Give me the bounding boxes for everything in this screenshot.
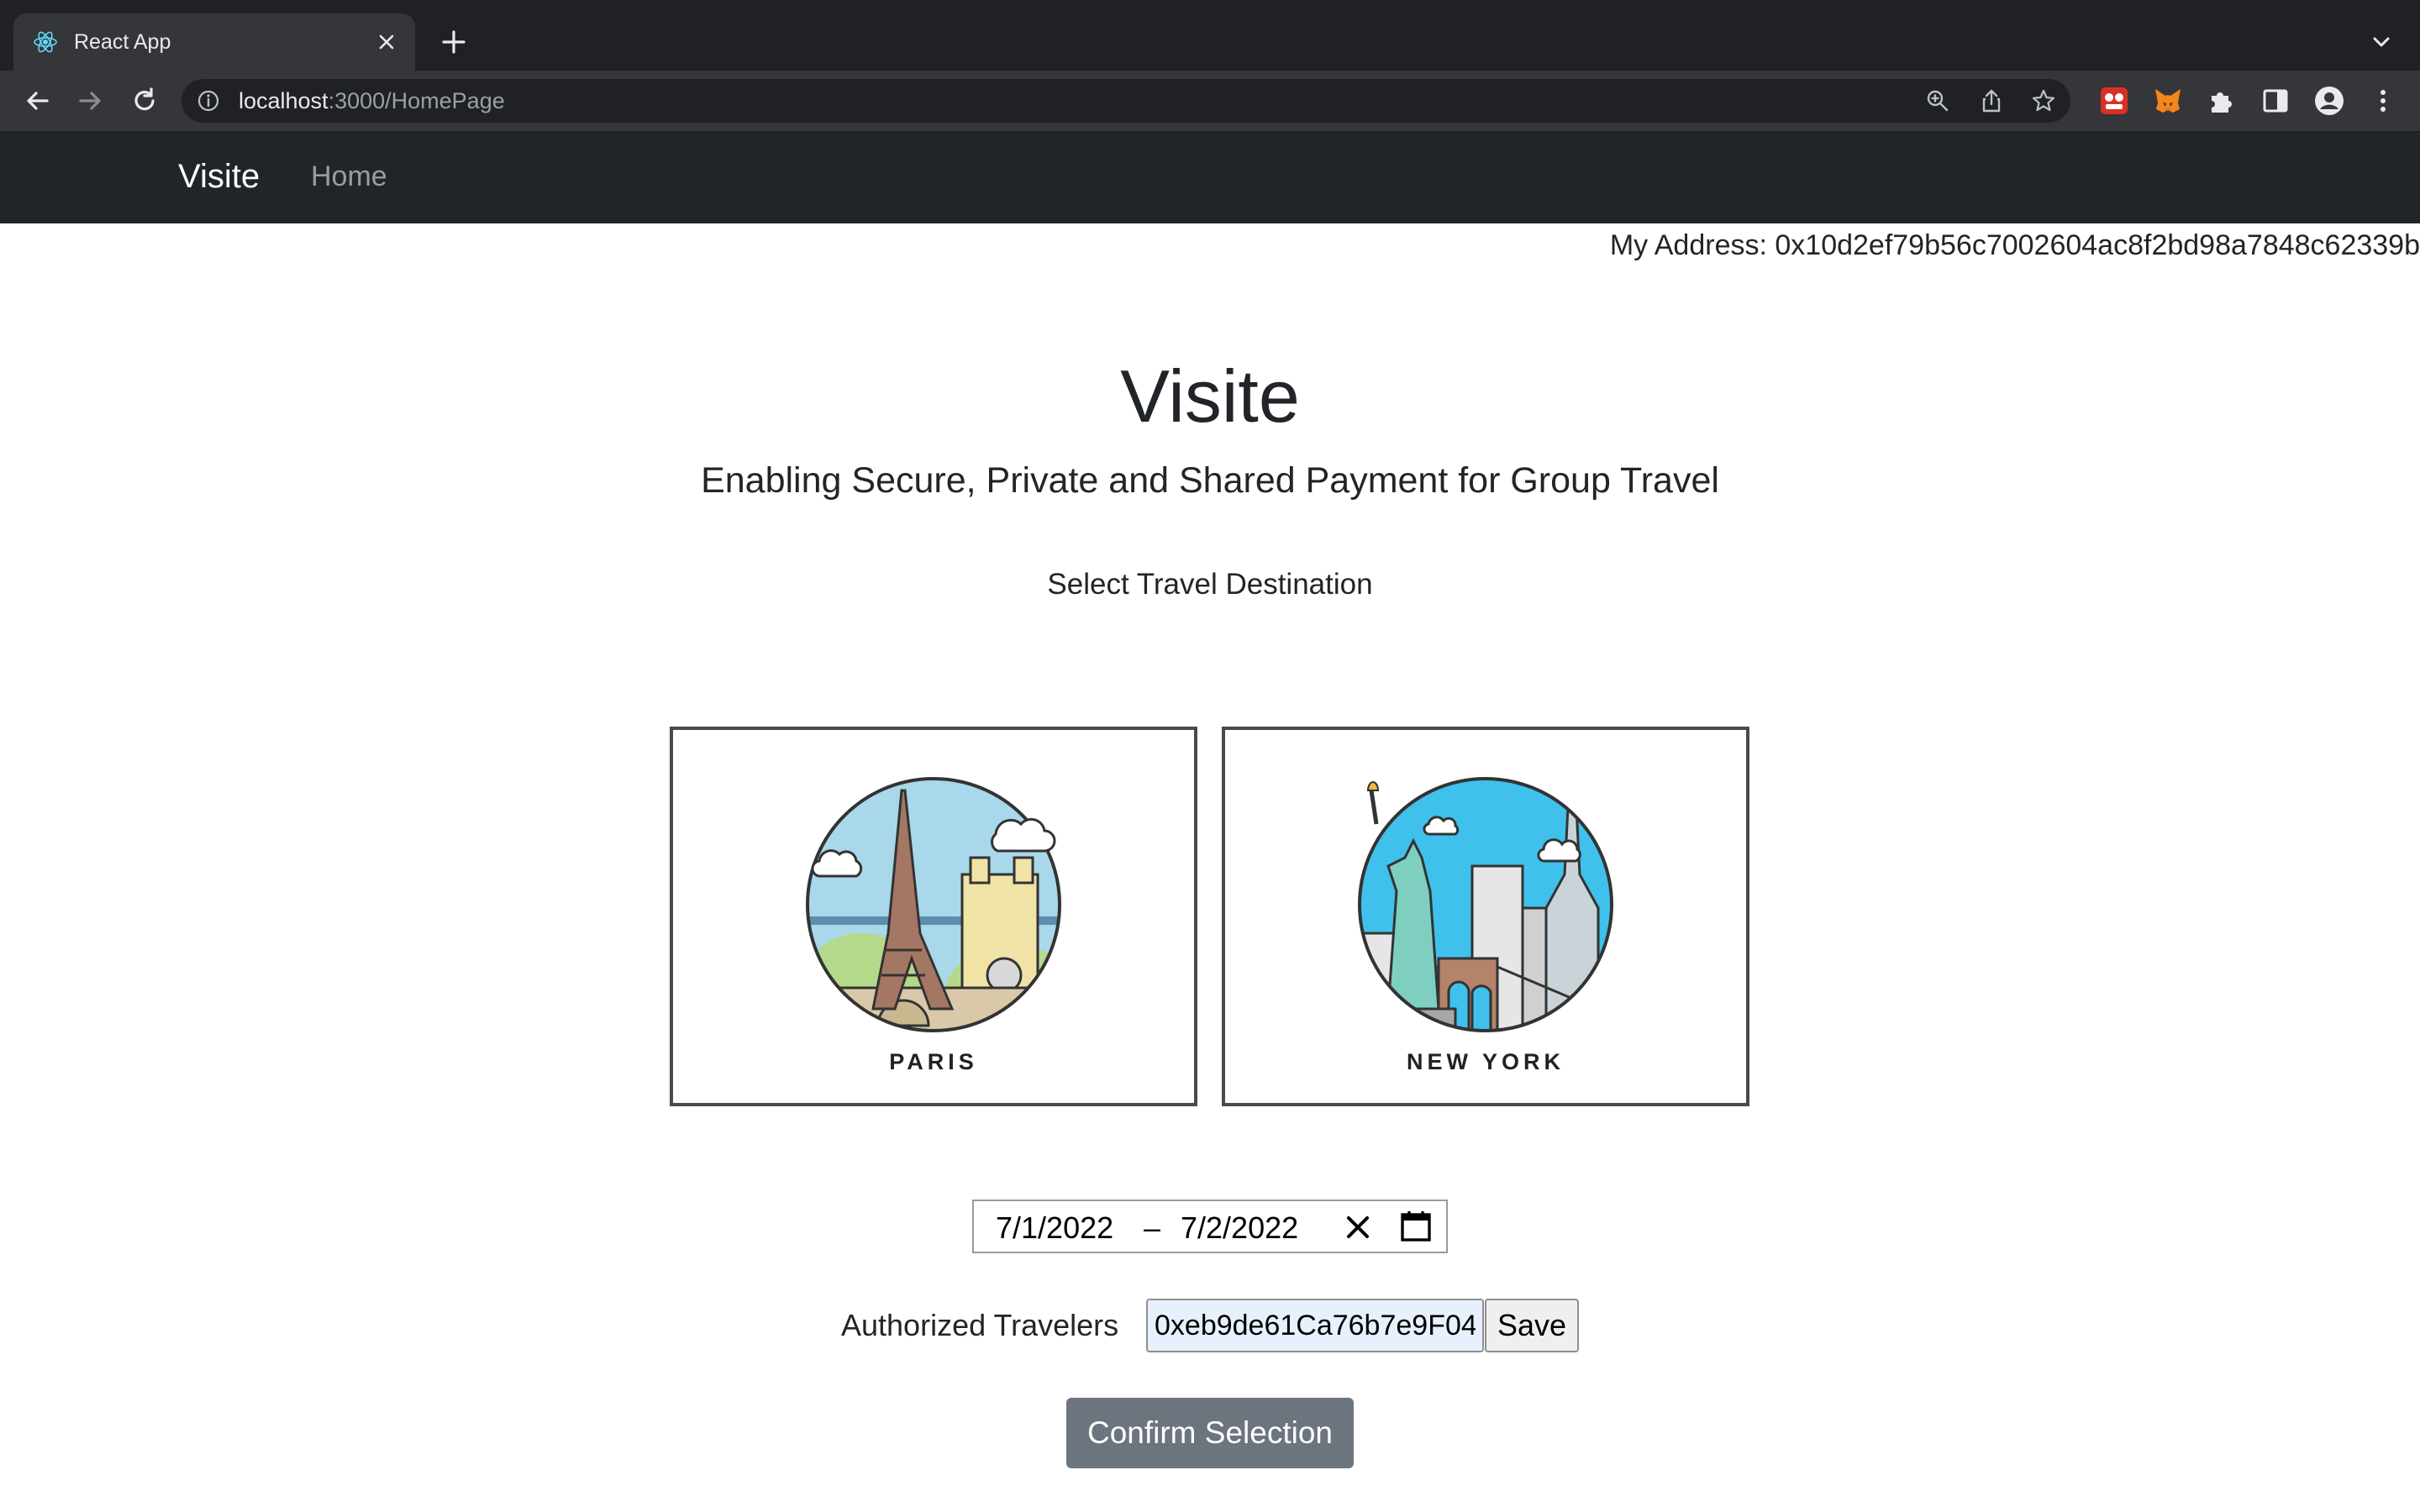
browser-toolbar: localhost:3000/HomePage: [0, 71, 2420, 133]
travelers-address-input[interactable]: [1146, 1299, 1484, 1352]
destination-prompt: Select Travel Destination: [1047, 568, 1373, 601]
destination-name: NEW YORK: [1406, 1049, 1565, 1074]
travelers-label: Authorized Travelers: [841, 1308, 1119, 1342]
destination-name: PARIS: [889, 1049, 978, 1074]
side-panel-icon[interactable]: [2259, 84, 2292, 118]
zoom-icon[interactable]: [1924, 87, 1951, 114]
new-york-illustration: [1358, 777, 1613, 1032]
react-logo-icon: [34, 31, 57, 53]
date-range-picker[interactable]: 7/1/2022 – 7/2/2022: [972, 1200, 1448, 1253]
url-path: :3000/HomePage: [328, 88, 505, 113]
forward-icon[interactable]: [74, 84, 108, 118]
save-button[interactable]: Save: [1485, 1299, 1579, 1352]
end-date-input[interactable]: 7/2/2022: [1181, 1210, 1298, 1247]
browser-menu-icon[interactable]: [2368, 84, 2398, 118]
destination-card-new-york[interactable]: NEW YORK: [1222, 727, 1749, 1106]
metamask-fox-icon[interactable]: [2151, 84, 2185, 118]
card-body: NEW YORK: [1234, 732, 1738, 1101]
navbar-brand[interactable]: Visite: [178, 155, 260, 198]
browser-tabstrip: React App: [0, 0, 2420, 71]
page-title: Visite: [1120, 354, 1300, 438]
paris-illustration: [806, 777, 1061, 1032]
new-tab-icon[interactable]: [437, 25, 471, 59]
site-info-icon[interactable]: [197, 89, 220, 113]
back-icon[interactable]: [20, 84, 54, 118]
clear-dates-icon[interactable]: [1344, 1213, 1372, 1242]
close-tab-icon[interactable]: [373, 29, 400, 55]
extensions-puzzle-icon[interactable]: [2205, 84, 2238, 118]
extension-red-icon[interactable]: [2097, 84, 2131, 118]
calendar-icon[interactable]: [1399, 1210, 1433, 1243]
browser-tab[interactable]: React App: [13, 13, 415, 71]
reload-icon[interactable]: [128, 84, 161, 118]
wallet-address: My Address: 0x10d2ef79b56c7002604ac8f2bd…: [1609, 229, 2420, 261]
card-body: PARIS: [681, 732, 1186, 1101]
date-separator: –: [1144, 1210, 1161, 1245]
destination-card-paris[interactable]: PARIS: [670, 727, 1197, 1106]
url-host: localhost: [239, 88, 329, 113]
confirm-selection-button[interactable]: Confirm Selection: [1066, 1398, 1354, 1468]
tab-title: React App: [74, 30, 171, 54]
bookmark-star-icon[interactable]: [2030, 87, 2057, 114]
app-navbar: Visite Home: [0, 133, 2420, 223]
profile-avatar-icon[interactable]: [2312, 84, 2346, 118]
start-date-input[interactable]: 7/1/2022: [996, 1210, 1113, 1247]
share-icon[interactable]: [1978, 87, 2005, 114]
page-subtitle: Enabling Secure, Private and Shared Paym…: [701, 460, 1719, 501]
nav-link-home[interactable]: Home: [311, 158, 387, 195]
url-text: localhost:3000/HomePage: [239, 87, 505, 114]
tab-search-icon[interactable]: [2366, 27, 2396, 57]
address-bar[interactable]: localhost:3000/HomePage: [182, 79, 2070, 123]
